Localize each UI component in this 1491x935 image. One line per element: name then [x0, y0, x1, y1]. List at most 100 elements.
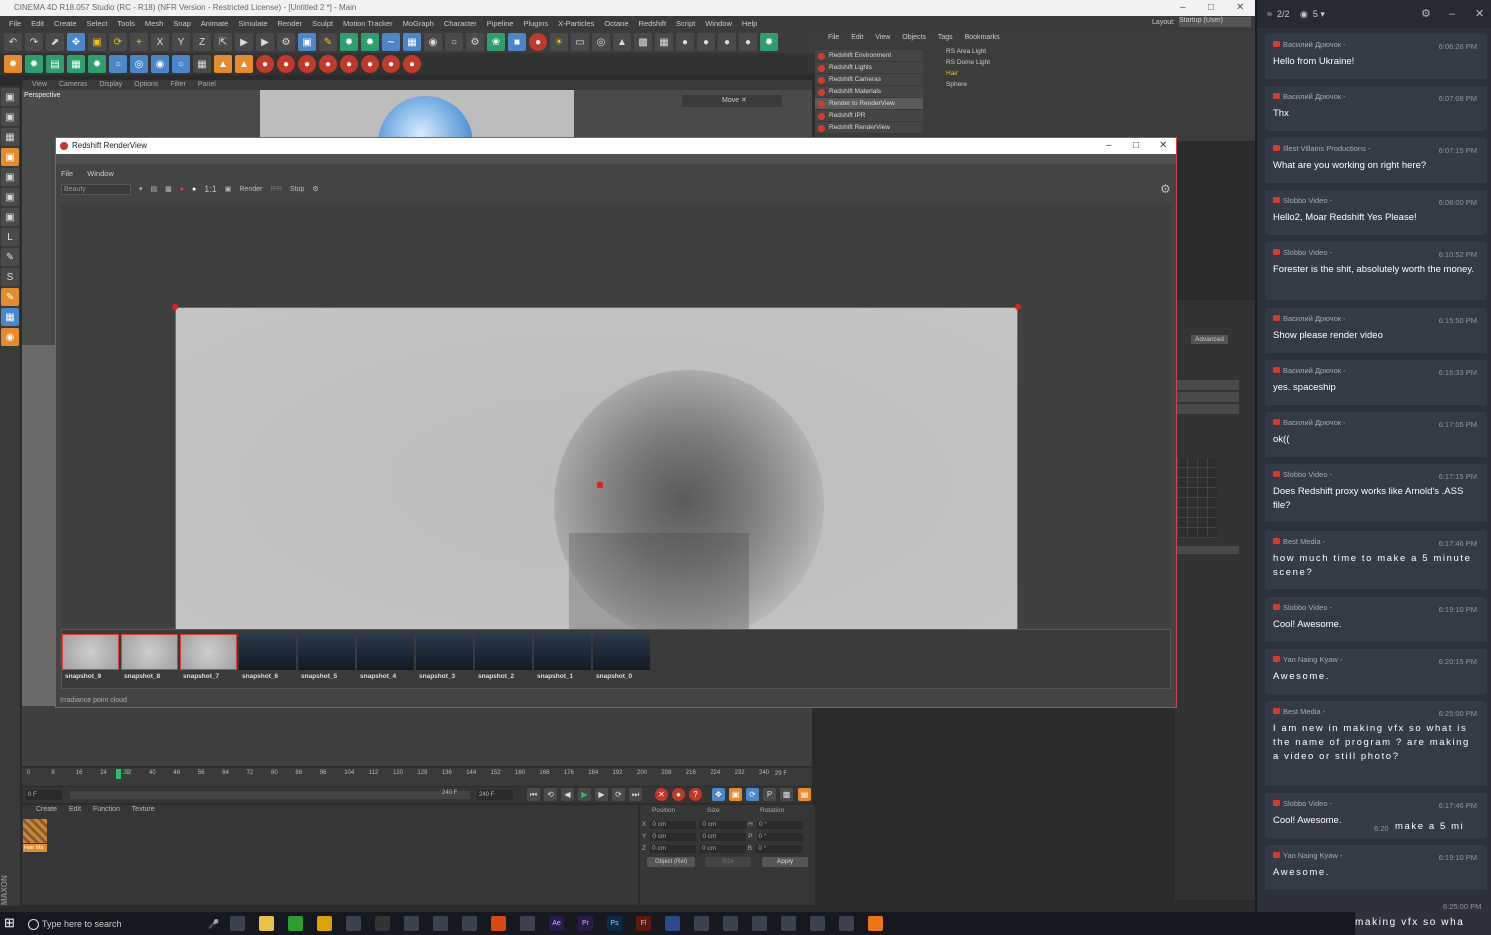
- rotate-icon[interactable]: ⟳: [109, 33, 127, 51]
- sphere-dark-icon[interactable]: ●: [697, 33, 715, 51]
- premiere-icon[interactable]: Pr: [578, 916, 593, 931]
- attr-field[interactable]: [1175, 546, 1239, 554]
- viewport-menu-display[interactable]: Display: [99, 81, 122, 88]
- snapshot-thumb[interactable]: snapshot_9: [62, 634, 119, 684]
- autokey-icon[interactable]: ●: [672, 788, 685, 801]
- size-y-field[interactable]: 0 cm: [700, 833, 747, 841]
- checker-icon[interactable]: ▩: [634, 33, 652, 51]
- deformer-icon[interactable]: ∼: [382, 33, 400, 51]
- blender-icon[interactable]: [868, 916, 883, 931]
- attr-field[interactable]: [1175, 380, 1239, 390]
- dome-icon[interactable]: ◎: [592, 33, 610, 51]
- layout-selector[interactable]: Layout: Startup (User): [1152, 17, 1251, 27]
- menu-pipeline[interactable]: Pipeline: [482, 16, 519, 31]
- xp-settings-icon[interactable]: ▦: [193, 55, 211, 73]
- menu-tools[interactable]: Tools: [112, 16, 140, 31]
- menu-octane[interactable]: Octane: [599, 16, 633, 31]
- menu-script[interactable]: Script: [671, 16, 700, 31]
- stop-button[interactable]: Stop: [290, 186, 304, 193]
- apply-button[interactable]: Apply: [762, 857, 808, 867]
- octane-icon[interactable]: ✹: [760, 33, 778, 51]
- viewport-menu-filter[interactable]: Filter: [170, 81, 186, 88]
- go-to-end-icon[interactable]: ⏭: [629, 788, 642, 801]
- minimize-icon[interactable]: –: [1180, 0, 1186, 16]
- start-frame-field[interactable]: 0 F: [26, 790, 62, 800]
- sphere-light-icon[interactable]: ●: [718, 33, 736, 51]
- lock-icon[interactable]: ◉: [1, 328, 19, 346]
- chrome-icon[interactable]: [317, 916, 332, 931]
- maximize-icon[interactable]: □: [1208, 0, 1214, 16]
- menu-redshift[interactable]: Redshift: [634, 16, 672, 31]
- mat-menu-function[interactable]: Function: [93, 806, 120, 813]
- crop-icon[interactable]: ▣: [225, 185, 232, 193]
- cube-icon[interactable]: ▣: [298, 33, 316, 51]
- crop-handle[interactable]: [1015, 304, 1021, 310]
- camtasia-icon[interactable]: [288, 916, 303, 931]
- snapshot-thumb[interactable]: snapshot_2: [475, 634, 532, 684]
- locking-icon[interactable]: ▦: [1, 308, 19, 326]
- record-icon[interactable]: ✕: [655, 788, 668, 801]
- close-icon[interactable]: ✕: [1236, 0, 1244, 16]
- gear-icon[interactable]: ⚙: [1160, 182, 1171, 196]
- redshift-menu-materials[interactable]: Redshift Materials: [815, 86, 923, 98]
- maximize-icon[interactable]: □: [1133, 138, 1139, 154]
- sphere-black-icon[interactable]: ●: [739, 33, 757, 51]
- rs-environment-icon[interactable]: ●: [403, 55, 421, 73]
- menu-edit[interactable]: Edit: [26, 16, 49, 31]
- redshift-menu-render-to-renderview[interactable]: Render to RenderView: [815, 98, 923, 110]
- range-slider[interactable]: [70, 791, 470, 799]
- snapshot-thumb[interactable]: snapshot_8: [121, 634, 178, 684]
- app-icon[interactable]: [694, 916, 709, 931]
- taskbar-search[interactable]: Type here to search 🎤: [24, 913, 224, 935]
- menu-mograph[interactable]: MoGraph: [398, 16, 439, 31]
- snapshot-thumb[interactable]: snapshot_6: [239, 634, 296, 684]
- size-x-field[interactable]: 0 cm: [700, 821, 747, 829]
- menu-character[interactable]: Character: [439, 16, 482, 31]
- next-key-icon[interactable]: ⟳: [612, 788, 625, 801]
- task-view-icon[interactable]: [230, 916, 245, 931]
- menu-create[interactable]: Create: [49, 16, 82, 31]
- xp-question-icon[interactable]: ○: [172, 55, 190, 73]
- snapshot-thumb[interactable]: snapshot_7: [180, 634, 237, 684]
- after-effects-icon[interactable]: Ae: [549, 916, 564, 931]
- rs-sun-icon[interactable]: ●: [361, 55, 379, 73]
- redshift-menu-cameras[interactable]: Redshift Cameras: [815, 74, 923, 86]
- redshift-menu-environment[interactable]: Redshift Environment: [815, 50, 923, 62]
- menu-simulate[interactable]: Simulate: [233, 16, 272, 31]
- mat-menu-create[interactable]: Create: [36, 806, 57, 813]
- ipr-button[interactable]: IPR: [270, 186, 282, 193]
- davinci-icon[interactable]: [346, 916, 361, 931]
- focus-point[interactable]: [597, 482, 603, 488]
- app-icon[interactable]: [520, 916, 535, 931]
- menu-help[interactable]: Help: [737, 16, 762, 31]
- snapshot-thumb[interactable]: snapshot_0: [593, 634, 650, 684]
- floor-icon[interactable]: ▦: [403, 33, 421, 51]
- lock-icon[interactable]: ⚙: [312, 185, 318, 193]
- texture-mode-icon[interactable]: ▦: [1, 128, 19, 146]
- om-menu-objects[interactable]: Objects: [902, 34, 926, 41]
- aov-dropdown[interactable]: Beauty: [61, 183, 131, 195]
- white-point-icon[interactable]: ●: [192, 186, 196, 193]
- mat-menu-texture[interactable]: Texture: [132, 806, 155, 813]
- rs-volume-icon[interactable]: ●: [340, 55, 358, 73]
- chevron-down-icon[interactable]: ▾: [139, 185, 143, 193]
- viewport-menu-options[interactable]: Options: [134, 81, 158, 88]
- scale-icon[interactable]: ▣: [88, 33, 106, 51]
- y-axis-icon[interactable]: Y: [172, 33, 190, 51]
- photoshop-icon[interactable]: Ps: [607, 916, 622, 931]
- x-axis-icon[interactable]: X: [151, 33, 169, 51]
- snapshot-thumb[interactable]: snapshot_5: [298, 634, 355, 684]
- rotation-b-field[interactable]: 0 °: [756, 845, 803, 853]
- hair-material-swatch[interactable]: [23, 819, 47, 843]
- settings-icon[interactable]: ⚙: [466, 33, 484, 51]
- gear-icon[interactable]: ⚙: [1421, 0, 1431, 28]
- add-icon[interactable]: +: [130, 33, 148, 51]
- windows-explorer-icon[interactable]: [433, 916, 448, 931]
- minimize-icon[interactable]: –: [1449, 0, 1455, 28]
- microphone-icon[interactable]: 🎤: [208, 913, 219, 935]
- rs-proxy-icon[interactable]: ●: [319, 55, 337, 73]
- houdini-icon[interactable]: [491, 916, 506, 931]
- rotation-key-icon[interactable]: ⟳: [746, 788, 759, 801]
- rs-area-light-icon[interactable]: ●: [256, 55, 274, 73]
- app-icon[interactable]: [839, 916, 854, 931]
